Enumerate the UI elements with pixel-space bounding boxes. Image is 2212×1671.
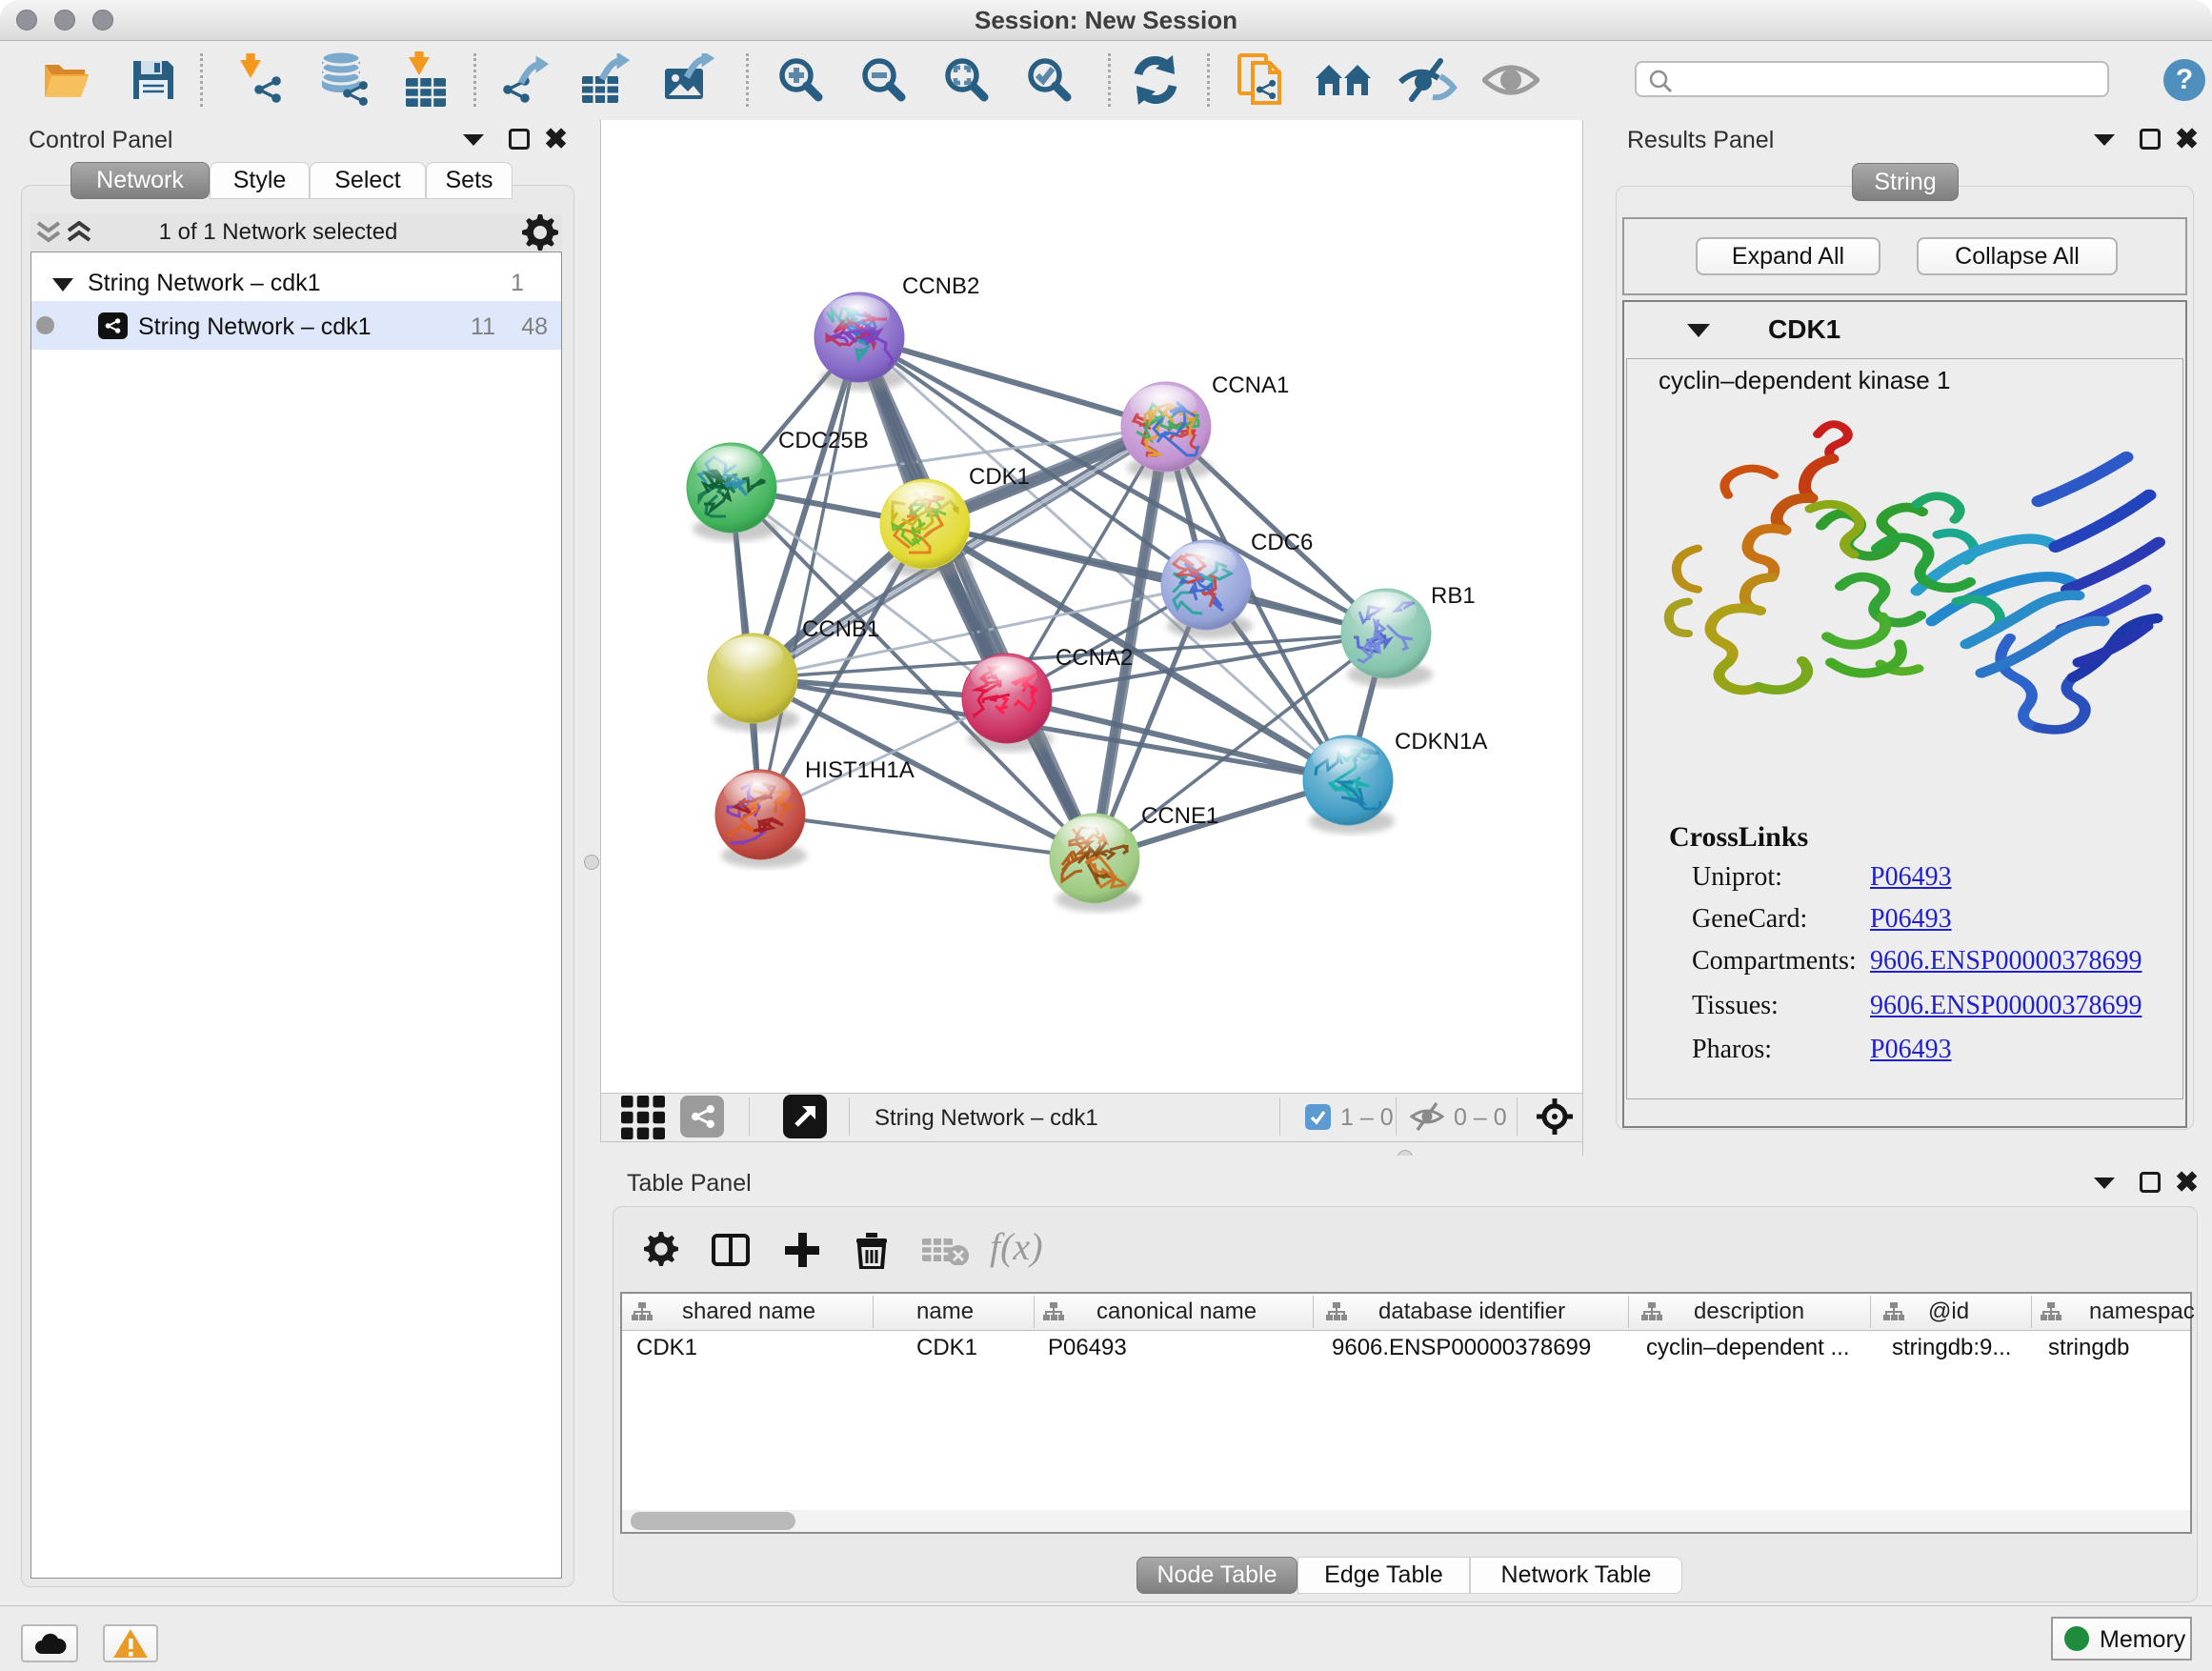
svg-text:HIST1H1A: HIST1H1A bbox=[805, 757, 915, 783]
svg-text:CDK1: CDK1 bbox=[969, 464, 1030, 490]
svg-text:CCNA1: CCNA1 bbox=[1212, 372, 1289, 398]
svg-text:CDC25B: CDC25B bbox=[778, 428, 869, 453]
svg-text:CCNA2: CCNA2 bbox=[1056, 645, 1133, 671]
svg-text:CCNB1: CCNB1 bbox=[802, 616, 879, 642]
svg-text:CCNE1: CCNE1 bbox=[1141, 803, 1218, 829]
svg-text:CCNB2: CCNB2 bbox=[902, 273, 979, 299]
svg-text:CDC6: CDC6 bbox=[1251, 530, 1313, 555]
svg-text:RB1: RB1 bbox=[1431, 583, 1476, 609]
svg-text:CDKN1A: CDKN1A bbox=[1395, 729, 1487, 755]
